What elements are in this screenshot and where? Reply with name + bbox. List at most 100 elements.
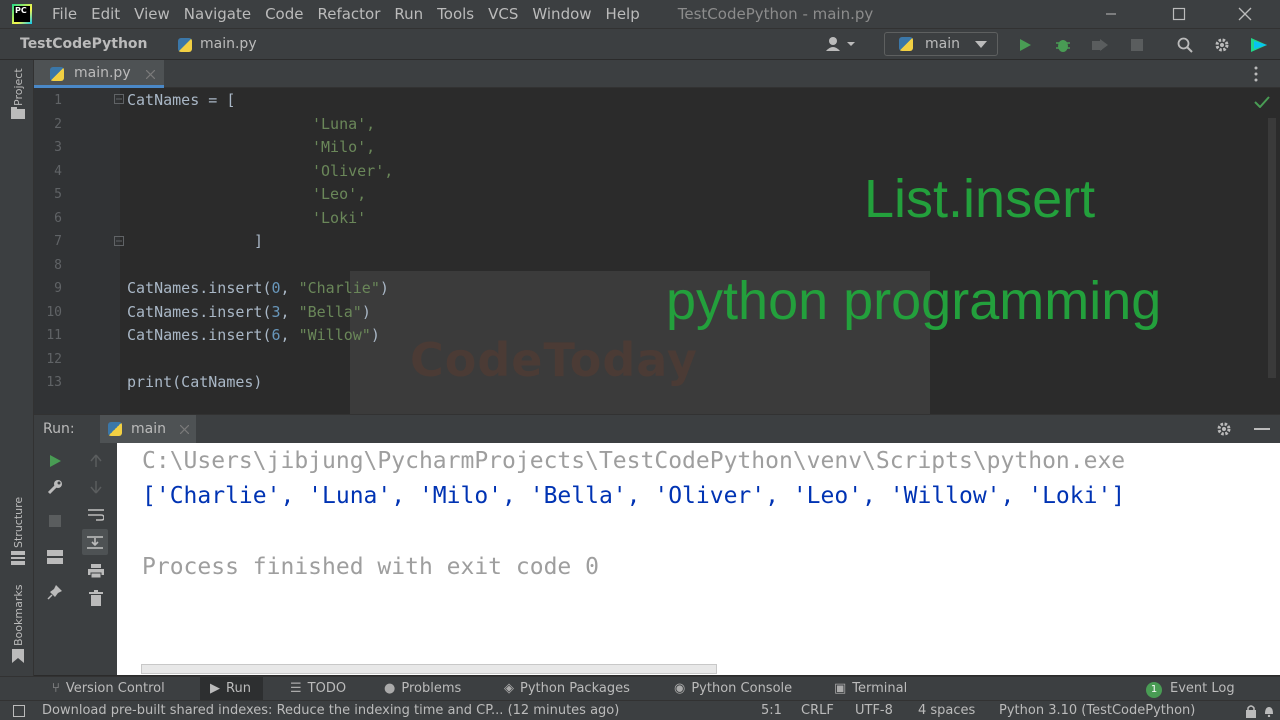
maximize-icon: [1172, 7, 1186, 21]
close-tab-icon[interactable]: [180, 425, 189, 434]
close-window-button[interactable]: [1222, 0, 1268, 28]
wrench-icon: [47, 480, 62, 495]
toggle-tool-windows-button[interactable]: [12, 704, 26, 718]
lock-icon: [1246, 704, 1256, 718]
code-line: print(CatNames): [127, 373, 263, 391]
scroll-down-button[interactable]: [85, 476, 107, 498]
navigation-bar: TestCodePython main.py main: [0, 28, 1280, 60]
line-number: 11: [46, 328, 62, 343]
close-icon: [1238, 7, 1252, 21]
code-line: 'Milo',: [312, 138, 376, 156]
layout-button[interactable]: [44, 546, 66, 568]
event-log-badge-icon: 1: [1146, 682, 1162, 698]
print-button[interactable]: [85, 560, 107, 582]
menu-window[interactable]: Window: [532, 5, 591, 23]
line-number-gutter: 1 2 3 4 5 6 7 8 9 10 11 12 13: [34, 88, 124, 414]
run-tool[interactable]: ▶ Run: [200, 677, 263, 700]
indent-setting[interactable]: 4 spaces: [918, 703, 975, 718]
pin-icon: [47, 585, 62, 600]
rerun-button[interactable]: [44, 450, 66, 472]
notifications-button[interactable]: [1262, 704, 1276, 718]
stop-button[interactable]: [1126, 34, 1148, 56]
menu-tools[interactable]: Tools: [437, 5, 474, 23]
python-console-tool[interactable]: ◉ Python Console: [674, 681, 792, 696]
hide-panel-icon[interactable]: [1254, 428, 1270, 430]
lock-button[interactable]: [1244, 704, 1258, 718]
close-tab-icon[interactable]: [146, 70, 155, 79]
menu-help[interactable]: Help: [606, 5, 640, 23]
menu-refactor[interactable]: Refactor: [317, 5, 380, 23]
version-control-tool[interactable]: ⑂ Version Control: [52, 681, 165, 696]
structure-tool-label[interactable]: Structure: [12, 497, 25, 548]
status-message[interactable]: Download pre-built shared indexes: Reduc…: [42, 703, 619, 718]
run-console[interactable]: C:\Users\jibjung\PycharmProjects\TestCod…: [117, 443, 1280, 675]
run-button[interactable]: [1014, 34, 1036, 56]
terminal-tool[interactable]: ▣ Terminal: [834, 681, 907, 696]
project-tool-label[interactable]: Project: [12, 68, 25, 106]
run-tools-strip: [34, 443, 117, 675]
bell-icon: [1265, 707, 1273, 717]
trash-icon: [89, 590, 103, 606]
bookmark-icon[interactable]: [10, 648, 26, 664]
line-separator[interactable]: CRLF: [801, 703, 834, 718]
terminal-icon: ▣: [834, 681, 847, 696]
code-line: 'Leo',: [312, 185, 367, 203]
pin-tab-button[interactable]: [44, 581, 66, 603]
menu-file[interactable]: File: [52, 5, 77, 23]
settings-button[interactable]: [1211, 34, 1233, 56]
bookmarks-tool-label[interactable]: Bookmarks: [12, 585, 25, 646]
menu-vcs[interactable]: VCS: [488, 5, 518, 23]
caret-position[interactable]: 5:1: [761, 703, 782, 718]
menu-navigate[interactable]: Navigate: [184, 5, 251, 23]
clear-all-button[interactable]: [85, 587, 107, 609]
python-interpreter[interactable]: Python 3.10 (TestCodePython): [999, 703, 1195, 718]
soft-wrap-button[interactable]: [85, 504, 107, 526]
todo-tool[interactable]: ☰ TODO: [290, 681, 346, 696]
scroll-up-button[interactable]: [85, 450, 107, 472]
scroll-to-end-button[interactable]: [82, 529, 108, 555]
edit-config-button[interactable]: [44, 476, 66, 498]
event-log-tool[interactable]: 1 Event Log: [1146, 681, 1235, 698]
breadcrumb-project[interactable]: TestCodePython: [20, 36, 148, 52]
play-icon: ▶: [210, 681, 220, 696]
coverage-button[interactable]: [1088, 34, 1112, 56]
user-account-button[interactable]: [818, 33, 862, 55]
menu-edit[interactable]: Edit: [91, 5, 120, 23]
overlay-subtitle: python programming: [666, 271, 1162, 331]
structure-icon[interactable]: [10, 550, 26, 566]
menu-view[interactable]: View: [134, 5, 170, 23]
editor-scrollbar[interactable]: [1268, 118, 1276, 378]
project-folder-icon[interactable]: [10, 106, 26, 120]
breadcrumb-file[interactable]: main.py: [200, 36, 257, 52]
console-horizontal-scrollbar[interactable]: [141, 664, 717, 674]
inspection-ok-icon[interactable]: [1254, 96, 1270, 108]
editor-tabs-bar: main.py: [34, 60, 1280, 88]
problems-tool[interactable]: ● Problems: [384, 681, 461, 696]
file-encoding[interactable]: UTF-8: [855, 703, 893, 718]
status-bar: Download pre-built shared indexes: Reduc…: [0, 700, 1280, 720]
list-icon: ☰: [290, 681, 302, 696]
code-editor[interactable]: 1 2 3 4 5 6 7 8 9 10 11 12 13 CodeToday …: [34, 88, 1280, 414]
line-number: 6: [54, 211, 62, 226]
line-number: 5: [54, 187, 62, 202]
plugins-button[interactable]: [1248, 34, 1270, 56]
fold-marker-icon[interactable]: [114, 94, 124, 104]
run-configuration-selector[interactable]: main: [884, 32, 998, 56]
arrow-up-icon: [90, 454, 102, 467]
debug-button[interactable]: [1052, 34, 1074, 56]
more-options-icon[interactable]: [1254, 66, 1258, 82]
tab-main-py[interactable]: main.py: [34, 60, 164, 88]
maximize-button[interactable]: [1156, 0, 1202, 28]
minimize-button[interactable]: [1088, 0, 1134, 28]
menu-code[interactable]: Code: [265, 5, 303, 23]
fold-marker-icon[interactable]: [114, 236, 124, 246]
wrap-icon: [88, 509, 104, 521]
run-tab-main[interactable]: main: [100, 415, 196, 443]
window-title: TestCodePython - main.py: [677, 5, 874, 23]
jetbrains-toolbox-icon: [1251, 38, 1267, 52]
python-packages-tool[interactable]: ◈ Python Packages: [504, 681, 630, 696]
stop-button[interactable]: [44, 510, 66, 532]
gear-icon[interactable]: [1216, 421, 1232, 437]
menu-run[interactable]: Run: [394, 5, 423, 23]
search-everywhere-button[interactable]: [1174, 34, 1196, 56]
